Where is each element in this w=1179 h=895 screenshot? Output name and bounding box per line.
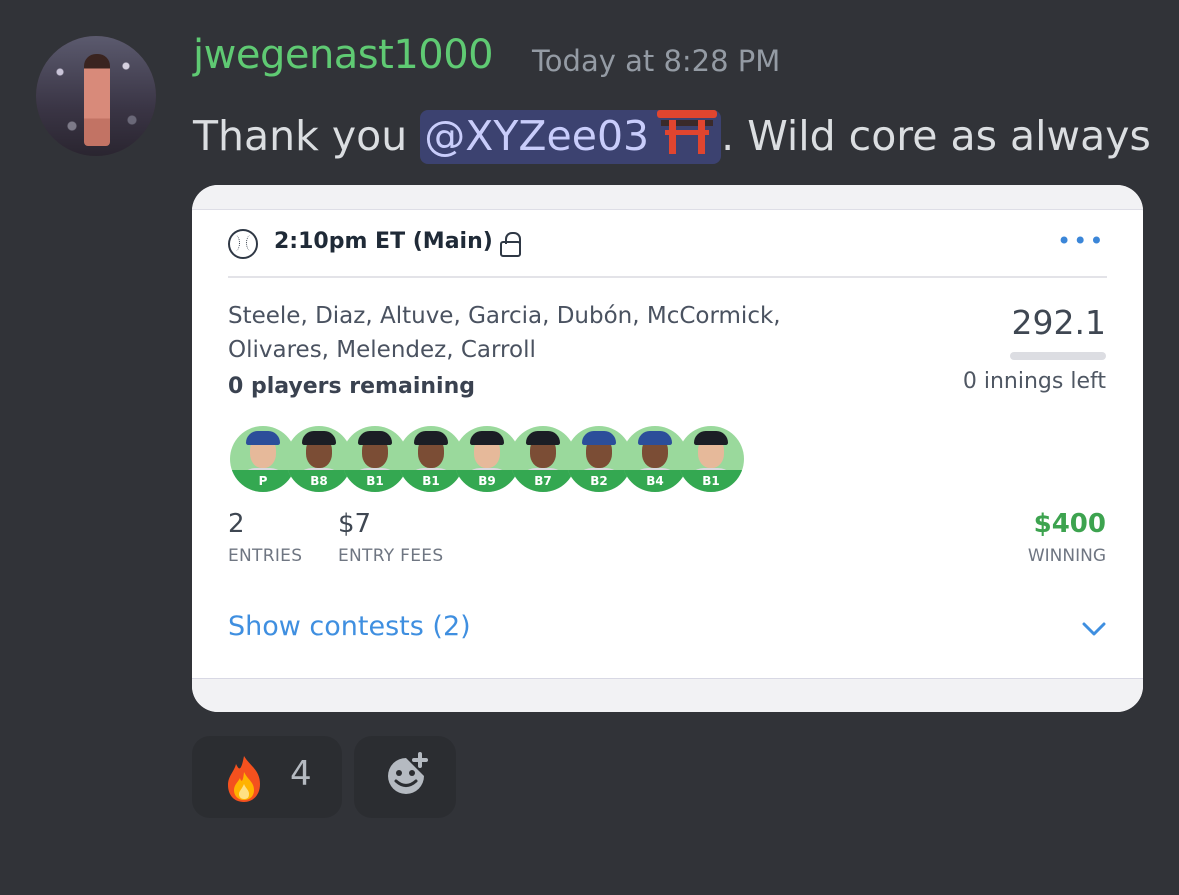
baseball-icon <box>228 229 258 259</box>
entries-value: 2 <box>228 509 245 539</box>
fire-reaction-count: 4 <box>290 754 312 794</box>
winning-value: $400 <box>1033 509 1106 539</box>
card-top-band <box>192 185 1143 210</box>
avatar-figure <box>84 54 110 146</box>
card-divider <box>228 276 1107 278</box>
author-username[interactable]: jwegenast1000 <box>193 32 494 78</box>
entry-fees-label: ENTRY FEES <box>338 546 444 566</box>
card-bottom-band <box>192 678 1143 712</box>
chevron-down-icon[interactable] <box>1081 615 1107 641</box>
add-reaction-button[interactable] <box>354 736 456 818</box>
show-contests-link[interactable]: Show contests (2) <box>228 611 471 642</box>
mention-name: @XYZee03 <box>424 112 650 160</box>
message-timestamp: Today at 8:28 PM <box>532 44 781 78</box>
add-reaction-icon <box>388 752 428 794</box>
fire-icon <box>228 756 260 802</box>
entry-fees-value: $7 <box>338 509 372 539</box>
lineup-card-image[interactable]: 2:10pm ET (Main) ••• Steele, Diaz, Altuv… <box>192 185 1143 712</box>
player-position-label: B1 <box>678 470 744 492</box>
message-text-before: Thank you <box>193 112 421 160</box>
unlock-icon <box>500 232 521 257</box>
lineup-score: 292.1 <box>1011 303 1106 342</box>
torii-gate-icon <box>657 106 718 154</box>
more-options-icon[interactable]: ••• <box>1057 227 1105 255</box>
fire-reaction-button[interactable]: 4 <box>192 736 342 818</box>
innings-left: 0 innings left <box>962 369 1106 394</box>
player-avatar: B1 <box>678 426 744 492</box>
score-progress-bar <box>1010 352 1106 360</box>
players-remaining: 0 players remaining <box>228 374 475 399</box>
message-text-after: . Wild core as always <box>721 112 1151 160</box>
user-mention[interactable]: @XYZee03 <box>420 110 722 164</box>
slate-title: 2:10pm ET (Main) <box>274 229 493 254</box>
lineup-players: Steele, Diaz, Altuve, Garcia, Dubón, McC… <box>228 303 781 363</box>
message-text: Thank you @XYZee03 . Wild core as always <box>193 106 1151 164</box>
entries-label: ENTRIES <box>228 546 303 566</box>
winning-label: WINNING <box>1027 546 1106 566</box>
avatar[interactable] <box>36 36 156 156</box>
